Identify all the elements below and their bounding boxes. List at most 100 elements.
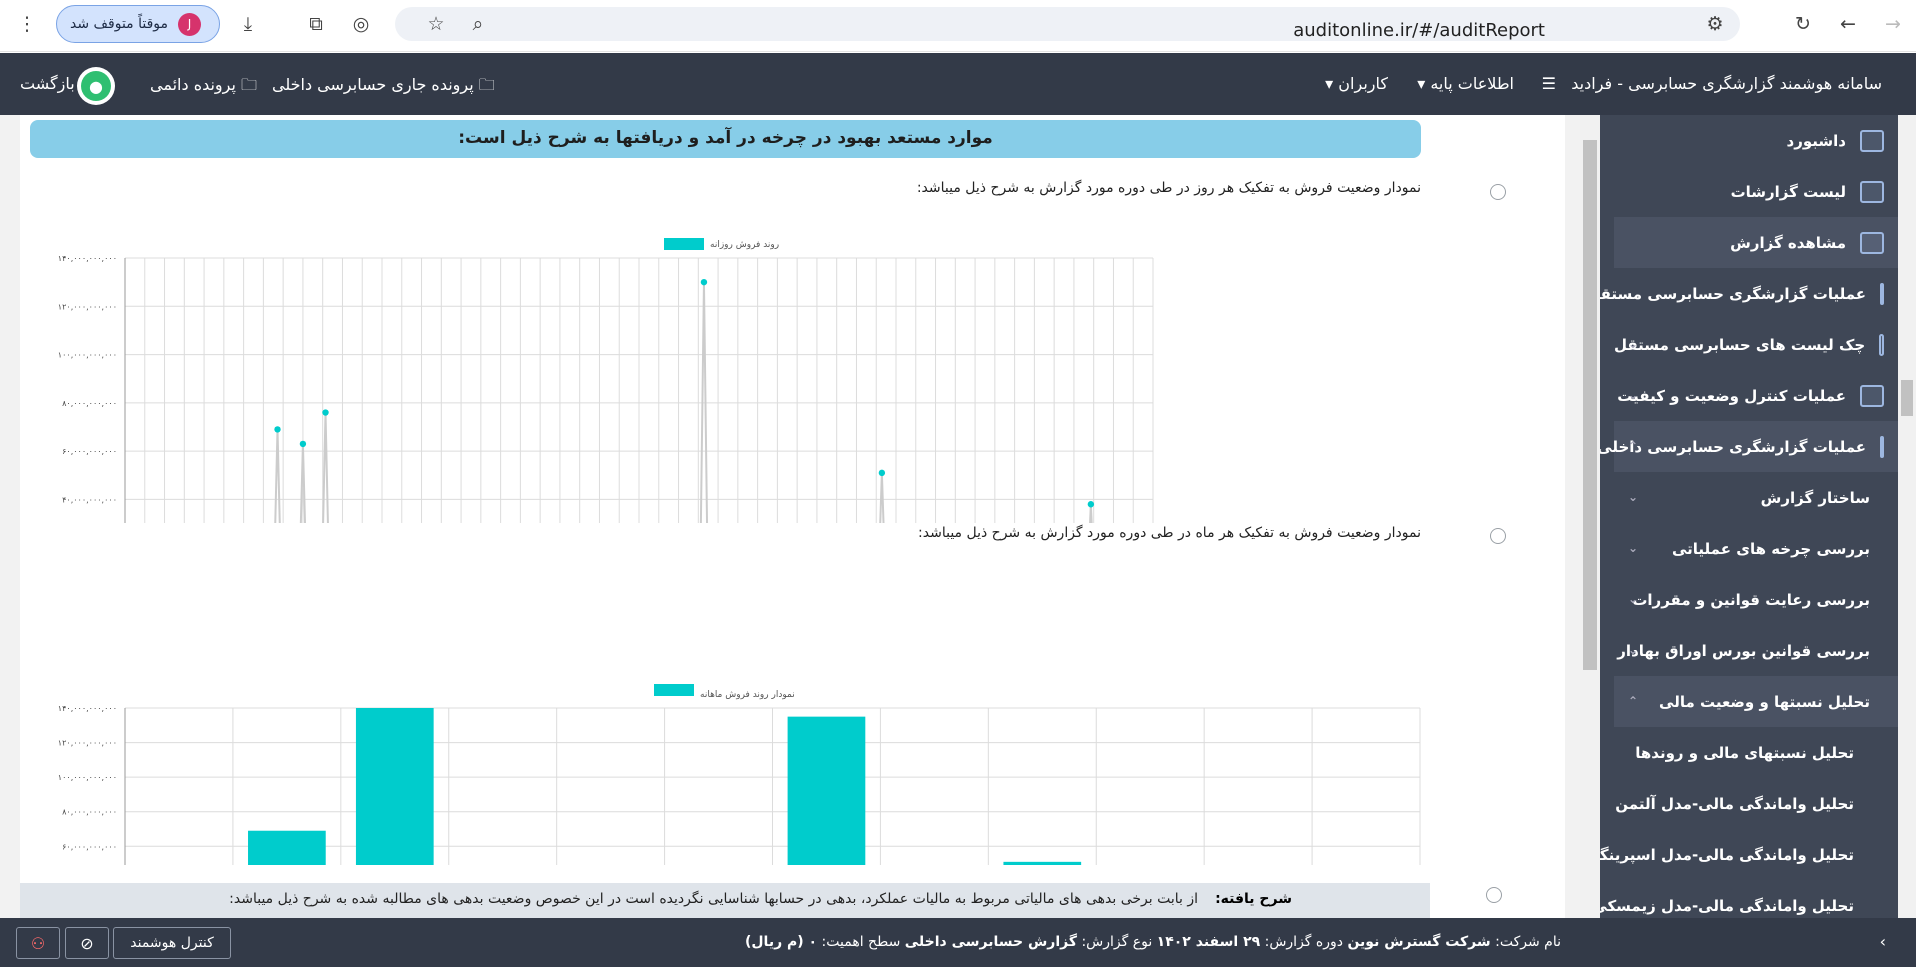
sidebar-item-dashboard[interactable]: داشبورد xyxy=(1614,115,1898,166)
radio-finding[interactable] xyxy=(1486,887,1502,903)
chevron-up-icon: ⌃ xyxy=(1628,439,1639,453)
download-icon[interactable]: ⤓ xyxy=(235,11,261,37)
user-avatar[interactable]: ● xyxy=(77,67,115,105)
remove-user-icon[interactable]: ⚇ xyxy=(16,927,60,959)
search-icon xyxy=(1860,384,1884,407)
sidebar-scrollbar-thumb[interactable] xyxy=(1901,380,1913,416)
chevron-down-icon: ⌄ xyxy=(1628,490,1639,504)
y-tick-label: ۱۴۰,۰۰۰,۰۰۰,۰۰۰ xyxy=(58,254,117,263)
sidebar-sub-operating-cycles[interactable]: بررسی چرخه های عملیاتی ⌄ xyxy=(1614,523,1898,574)
finding-label: شرح یافته: xyxy=(1215,891,1292,907)
daily-chart-caption: نمودار وضعیت فروش به تفکیک هر روز در طی … xyxy=(916,180,1421,196)
period-label: دوره گزارش: xyxy=(1264,934,1343,950)
back-link[interactable]: بازگشت xyxy=(20,74,75,93)
sidebar-item-label: چک لیست های حسابرسی مستقل xyxy=(1614,335,1866,354)
materiality-label: سطح اهمیت: xyxy=(821,934,901,950)
daily-sales-chart: روند فروش روزانه0۲۰,۰۰۰,۰۰۰,۰۰۰۴۰,۰۰۰,۰۰… xyxy=(58,238,1154,523)
chevron-up-icon: ⌃ xyxy=(1628,694,1639,708)
profile-avatar: J xyxy=(178,12,202,36)
hamburger-menu-icon[interactable]: ☰ xyxy=(1542,74,1556,93)
kebab-menu-icon[interactable]: ⋮ xyxy=(14,11,40,37)
smart-control-button[interactable]: کنترل هوشمند xyxy=(113,927,231,959)
sidebar: داشبورد لیست گزارشات مشاهده گزارش عملیات… xyxy=(1600,115,1898,918)
sidebar-nested-ratios[interactable]: تحلیل نسبتهای مالی و روندها xyxy=(1614,727,1898,778)
sidebar-sub-financial-analysis[interactable]: تحلیل نسبتها و وضعیت مالی ⌃ xyxy=(1614,676,1898,727)
menu-base-info[interactable]: اطلاعات پایه ▾ xyxy=(1417,74,1514,93)
profile-paused-button[interactable]: موقتاً متوقف شد J xyxy=(56,5,220,43)
address-bar[interactable]: ☆ ⌕ auditonline.ir/#/auditReport ⚙ xyxy=(395,7,1740,41)
current-file-label: پرونده جاری حسابرسی داخلی xyxy=(272,75,474,94)
finding-box: شرح یافته: از بابت برخی بدهی های مالیاتی… xyxy=(20,883,1430,918)
report-content: موارد مستعد بهبود در چرخه در آمد و دریاف… xyxy=(20,115,1565,918)
y-tick-label: ۱۲۰,۰۰۰,۰۰۰,۰۰۰ xyxy=(58,302,117,311)
sidebar-item-reports-list[interactable]: لیست گزارشات xyxy=(1614,166,1898,217)
url-text[interactable]: auditonline.ir/#/auditReport xyxy=(1293,20,1545,41)
sidebar-nested-zmijewski[interactable]: تحلیل واماندگی مالی-مدل زیمسکی xyxy=(1600,880,1898,918)
bookmark-star-icon[interactable]: ☆ xyxy=(423,11,449,37)
sidebar-item-view-report[interactable]: مشاهده گزارش xyxy=(1614,217,1898,268)
block-icon[interactable]: ⊘ xyxy=(65,927,109,959)
y-tick-label: ۸۰,۰۰۰,۰۰۰,۰۰۰ xyxy=(62,399,117,408)
screenshot-icon[interactable]: ◎ xyxy=(348,11,374,37)
finding-text: از بابت برخی بدهی های مالیاتی مربوط به م… xyxy=(229,891,1198,907)
sidebar-item-independent-audit-ops[interactable]: عملیات گزارشگری حسابرسی مستقل xyxy=(1600,268,1898,319)
y-tick-label: ۶۰,۰۰۰,۰۰۰,۰۰۰ xyxy=(62,447,117,456)
sidebar-item-quality-control[interactable]: عملیات کنترل وضعیت و کیفیت ⌄ xyxy=(1614,370,1898,421)
sidebar-item-label: لیست گزارشات xyxy=(1730,182,1846,201)
bar xyxy=(355,708,434,865)
sidebar-nested-label: تحلیل واماندگی مالی-مدل زیمسکی xyxy=(1600,896,1854,915)
current-file-link[interactable]: 🗀 پرونده جاری حسابرسی داخلی xyxy=(272,74,495,101)
sidebar-item-independent-checklists[interactable]: چک لیست های حسابرسی مستقل ⌄ xyxy=(1614,319,1898,370)
extensions-icon[interactable]: ⧉ xyxy=(303,11,329,37)
reload-icon[interactable]: ↻ xyxy=(1790,11,1816,37)
sidebar-item-internal-audit-ops[interactable]: عملیات گزارشگری حسابرسی داخلی ⌃ xyxy=(1600,421,1898,472)
sidebar-sub-label: بررسی رعایت قوانین و مقررات xyxy=(1632,590,1870,609)
sidebar-sub-compliance[interactable]: بررسی رعایت قوانین و مقررات ⌄ xyxy=(1614,574,1898,625)
content-scrollbar[interactable] xyxy=(1580,115,1600,918)
user-icon: ● xyxy=(81,71,111,101)
sidebar-sub-label: تحلیل نسبتها و وضعیت مالی xyxy=(1659,692,1870,711)
paused-label: موقتاً متوقف شد xyxy=(70,16,169,32)
chevron-down-icon: ⌄ xyxy=(1628,388,1639,402)
menu-base-info-label: اطلاعات پایه xyxy=(1430,74,1514,93)
list-icon xyxy=(1860,180,1884,203)
monthly-chart-caption: نمودار وضعیت فروش به تفکیک هر ماه در طی … xyxy=(918,525,1421,541)
y-tick-label: ۶۰,۰۰۰,۰۰۰,۰۰۰ xyxy=(62,842,117,851)
data-point xyxy=(700,278,708,286)
radio-monthly-chart[interactable] xyxy=(1490,528,1506,544)
document-icon xyxy=(1880,282,1884,305)
sidebar-item-label: عملیات گزارشگری حسابرسی داخلی xyxy=(1600,437,1866,456)
sidebar-nested-altman[interactable]: تحلیل واماندگی مالی-مدل آلتمن xyxy=(1614,778,1898,829)
app-title: سامانه هوشمند گزارشگری حسابرسی - فرادید xyxy=(1571,74,1882,93)
forward-arrow-icon[interactable]: → xyxy=(1880,11,1906,37)
radio-daily-chart[interactable] xyxy=(1490,184,1506,200)
permanent-file-link[interactable]: 🗀 پرونده دائمی xyxy=(150,74,257,101)
status-footer: › نام شرکت: شرکت گسترش نوین دوره گزارش: … xyxy=(0,918,1916,967)
sidebar-sub-stock-exchange[interactable]: بررسی قوانین بورس اوراق بهادار ⌄ xyxy=(1614,625,1898,676)
content-scrollbar-thumb[interactable] xyxy=(1583,140,1597,670)
permanent-file-label: پرونده دائمی xyxy=(150,75,236,94)
collapse-chevron-icon[interactable]: › xyxy=(1880,932,1886,951)
data-point xyxy=(878,469,886,477)
sidebar-item-label: داشبورد xyxy=(1786,131,1846,150)
folder-icon: 🗀 xyxy=(478,75,495,94)
y-tick-label: ۸۰,۰۰۰,۰۰۰,۰۰۰ xyxy=(62,808,117,817)
company-name: شرکت گسترش نوین xyxy=(1347,934,1491,950)
main-area: موارد مستعد بهبود در چرخه در آمد و دریاف… xyxy=(0,115,1580,918)
sidebar-nested-springate[interactable]: تحلیل واماندگی مالی-مدل اسپرینگیت xyxy=(1600,829,1898,880)
bar xyxy=(787,716,866,865)
sidebar-scrollbar[interactable] xyxy=(1898,115,1916,918)
checklist-icon xyxy=(1879,333,1884,356)
legend-swatch xyxy=(664,238,704,250)
y-tick-label: ۱۰۰,۰۰۰,۰۰۰,۰۰۰ xyxy=(58,773,117,782)
zoom-icon[interactable]: ⌕ xyxy=(465,11,491,37)
back-arrow-icon[interactable]: ← xyxy=(1835,11,1861,37)
sidebar-sub-report-structure[interactable]: ساختار گزارش ⌄ xyxy=(1614,472,1898,523)
document-icon xyxy=(1880,435,1884,458)
type-value: گزارش حسابرسی داخلی xyxy=(904,934,1077,950)
browser-toolbar: ⋮ موقتاً متوقف شد J ⤓ ⧉ ◎ ☆ ⌕ auditonlin… xyxy=(0,0,1916,52)
legend-swatch xyxy=(654,684,694,696)
site-settings-icon[interactable]: ⚙ xyxy=(1702,11,1728,37)
bar xyxy=(1003,861,1082,865)
menu-users[interactable]: کاربران ▾ xyxy=(1325,74,1388,93)
